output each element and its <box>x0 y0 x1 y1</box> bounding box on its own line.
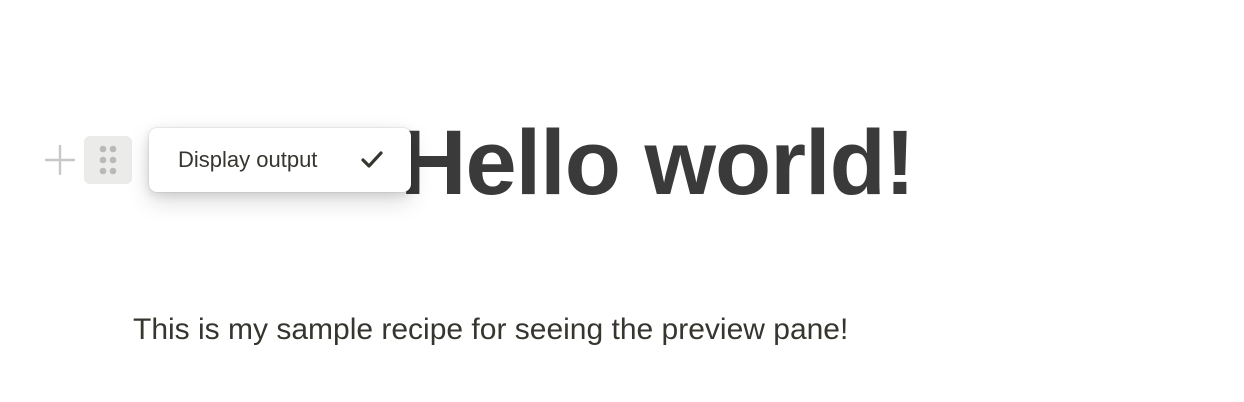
page: Hello world! Display output This is my s… <box>0 0 1244 402</box>
plus-icon <box>44 144 76 176</box>
body-paragraph[interactable]: This is my sample recipe for seeing the … <box>133 308 848 352</box>
page-heading[interactable]: Hello world! <box>400 108 915 218</box>
block-controls <box>40 136 132 184</box>
drag-handle-button[interactable] <box>84 136 132 184</box>
display-output-toggle[interactable]: Display output <box>149 128 411 192</box>
display-output-label: Display output <box>178 147 318 172</box>
drag-handle-icon <box>99 145 117 175</box>
add-block-button[interactable] <box>40 136 80 184</box>
checkmark-icon <box>361 151 383 168</box>
